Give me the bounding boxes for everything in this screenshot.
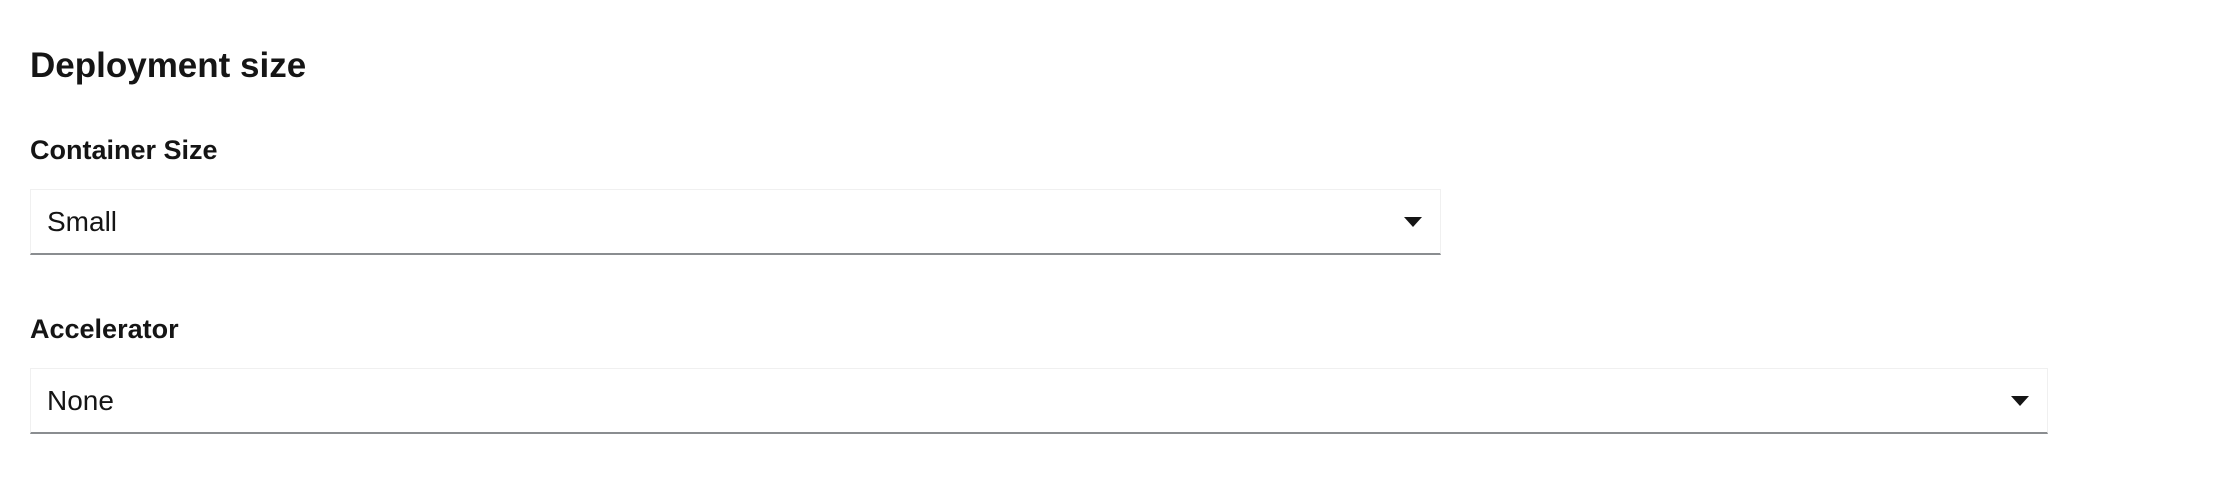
section-title: Deployment size <box>30 46 307 85</box>
caret-down-icon[interactable] <box>1404 217 1422 227</box>
container-size-select[interactable]: Small <box>30 189 1441 255</box>
deployment-size-form: Deployment size Container Size Small Acc… <box>0 0 2224 502</box>
caret-down-icon[interactable] <box>2011 396 2029 406</box>
container-size-label: Container Size <box>30 135 218 165</box>
container-size-selected-value: Small <box>47 206 118 237</box>
accelerator-selected-value: None <box>47 385 114 416</box>
accelerator-label: Accelerator <box>30 314 179 344</box>
accelerator-select[interactable]: None <box>30 368 2048 434</box>
